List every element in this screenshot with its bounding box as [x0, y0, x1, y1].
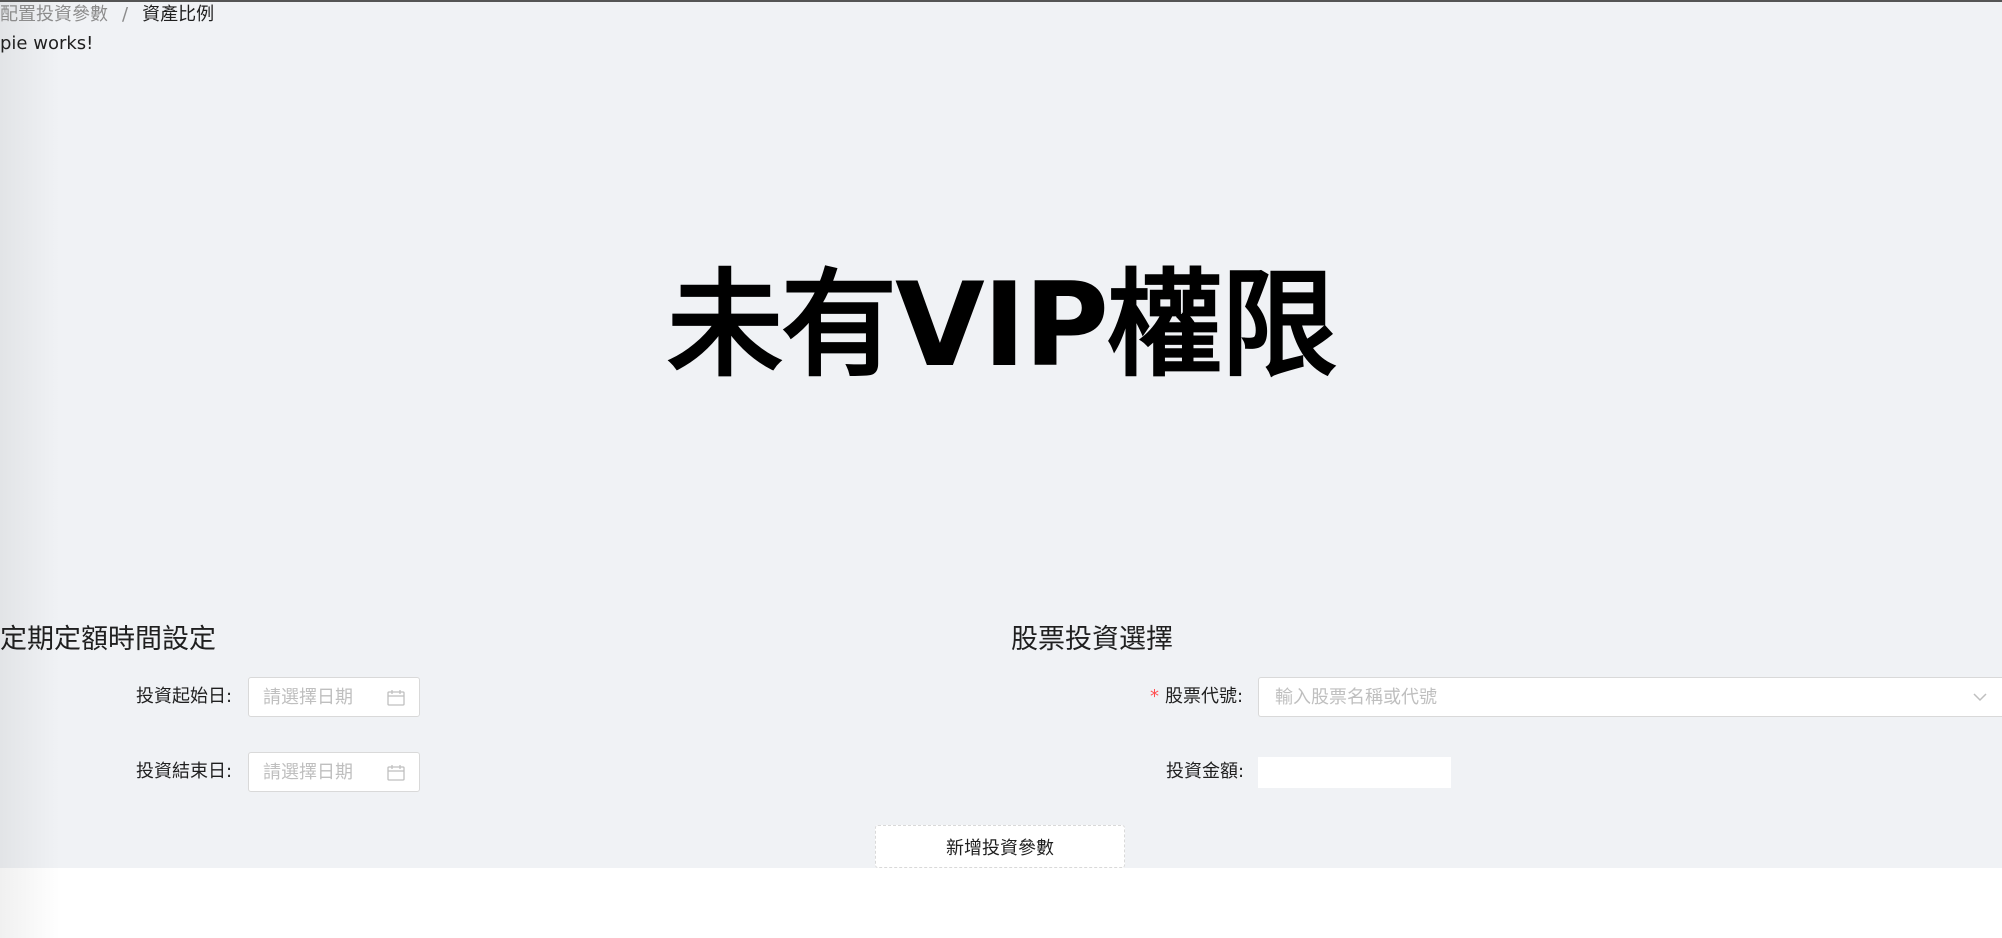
start-date-picker[interactable] [248, 677, 420, 717]
label-colon: : [226, 686, 233, 707]
start-date-label-text: 投資起始日 [136, 686, 226, 707]
end-date-input[interactable] [263, 753, 383, 791]
content-panel [0, 0, 2002, 868]
add-investment-param-button[interactable]: 新增投資參數 [875, 825, 1125, 868]
top-border [0, 0, 2002, 2]
stock-code-label-text: 股票代號 [1165, 686, 1237, 707]
start-date-input[interactable] [263, 678, 383, 716]
pie-placeholder-text: pie works! [0, 33, 94, 54]
stock-code-select[interactable] [1258, 677, 2002, 717]
stock-code-input[interactable] [1275, 678, 1875, 716]
end-date-label-text: 投資結束日 [136, 761, 226, 782]
calendar-icon[interactable] [387, 765, 405, 781]
vip-permission-notice: 未有VIP權限 [667, 258, 1337, 393]
breadcrumb-separator: / [122, 4, 129, 25]
label-colon: : [226, 761, 233, 782]
amount-input[interactable] [1258, 757, 1451, 788]
label-colon: : [1238, 761, 1245, 782]
stock-section-title: 股票投資選擇 [1011, 624, 1173, 655]
amount-label-text: 投資金額 [1166, 761, 1238, 782]
breadcrumb-parent[interactable]: 配置投資參數 [0, 4, 108, 25]
breadcrumb: 配置投資參數 / 資產比例 [0, 3, 214, 27]
stock-code-label: * 股票代號: [1150, 685, 1243, 709]
dca-section-title: 定期定額時間設定 [0, 624, 216, 655]
end-date-label: 投資結束日: [136, 760, 232, 784]
left-edge-shadow [0, 0, 60, 938]
calendar-icon[interactable] [387, 690, 405, 706]
start-date-label: 投資起始日: [136, 685, 232, 709]
label-colon: : [1237, 686, 1244, 707]
breadcrumb-current: 資產比例 [142, 4, 215, 25]
chevron-down-icon[interactable] [1972, 691, 1988, 703]
amount-label: 投資金額: [1166, 760, 1244, 784]
end-date-picker[interactable] [248, 752, 420, 792]
required-mark: * [1150, 686, 1159, 707]
